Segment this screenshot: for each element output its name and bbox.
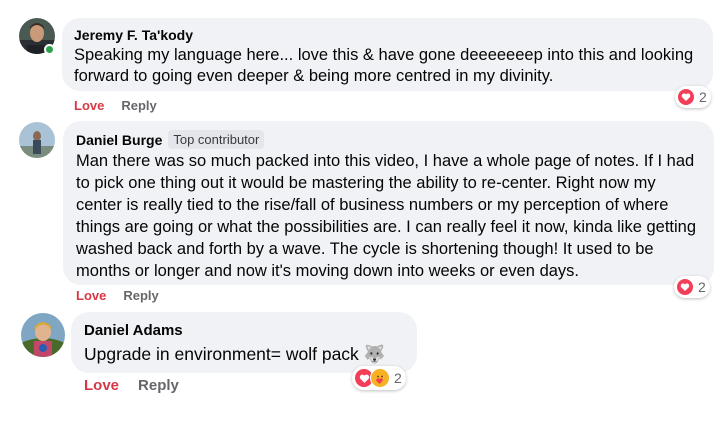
comment-actions: Love Reply <box>74 98 157 113</box>
comment-text: Speaking my language here... love this &… <box>74 46 694 85</box>
reaction-summary[interactable]: 2 <box>674 276 710 298</box>
heart-icon <box>676 278 694 296</box>
love-button[interactable]: Love <box>76 288 106 303</box>
love-button[interactable]: Love <box>74 98 104 113</box>
comment-bubble: Daniel Burge Top contributor Man there wa… <box>63 121 714 285</box>
reply-button[interactable]: Reply <box>121 98 156 113</box>
reaction-count: 2 <box>394 370 402 386</box>
reaction-summary[interactable]: 2 <box>352 366 406 390</box>
love-button[interactable]: Love <box>84 377 119 394</box>
comment-bubble: Jeremy F. Ta'kody Speaking my language h… <box>62 18 713 91</box>
comment-bubble: Daniel Adams Upgrade in environment= wol… <box>71 312 417 373</box>
avatar[interactable] <box>19 122 55 158</box>
avatar[interactable] <box>21 313 65 357</box>
comment-actions: Love Reply <box>76 288 159 303</box>
comment-text: Man there was so much packed into this v… <box>76 152 697 280</box>
comment-author[interactable]: Daniel Adams <box>84 322 183 339</box>
reaction-summary[interactable]: 2 <box>675 86 711 108</box>
profile-photo <box>21 313 65 357</box>
reply-button[interactable]: Reply <box>123 288 158 303</box>
top-contributor-badge: Top contributor <box>168 130 265 149</box>
profile-photo <box>19 122 55 158</box>
reaction-count: 2 <box>699 89 707 105</box>
comment-author[interactable]: Jeremy F. Ta'kody <box>74 27 193 43</box>
comment-author[interactable]: Daniel Burge <box>76 132 162 148</box>
care-icon <box>370 368 390 388</box>
online-status-indicator <box>44 44 55 55</box>
comment-actions: Love Reply <box>84 377 179 394</box>
reaction-count: 2 <box>698 279 706 295</box>
comment-text: Upgrade in environment= wolf pack 🐺 <box>84 344 386 364</box>
heart-icon <box>677 88 695 106</box>
reply-button[interactable]: Reply <box>138 377 179 394</box>
